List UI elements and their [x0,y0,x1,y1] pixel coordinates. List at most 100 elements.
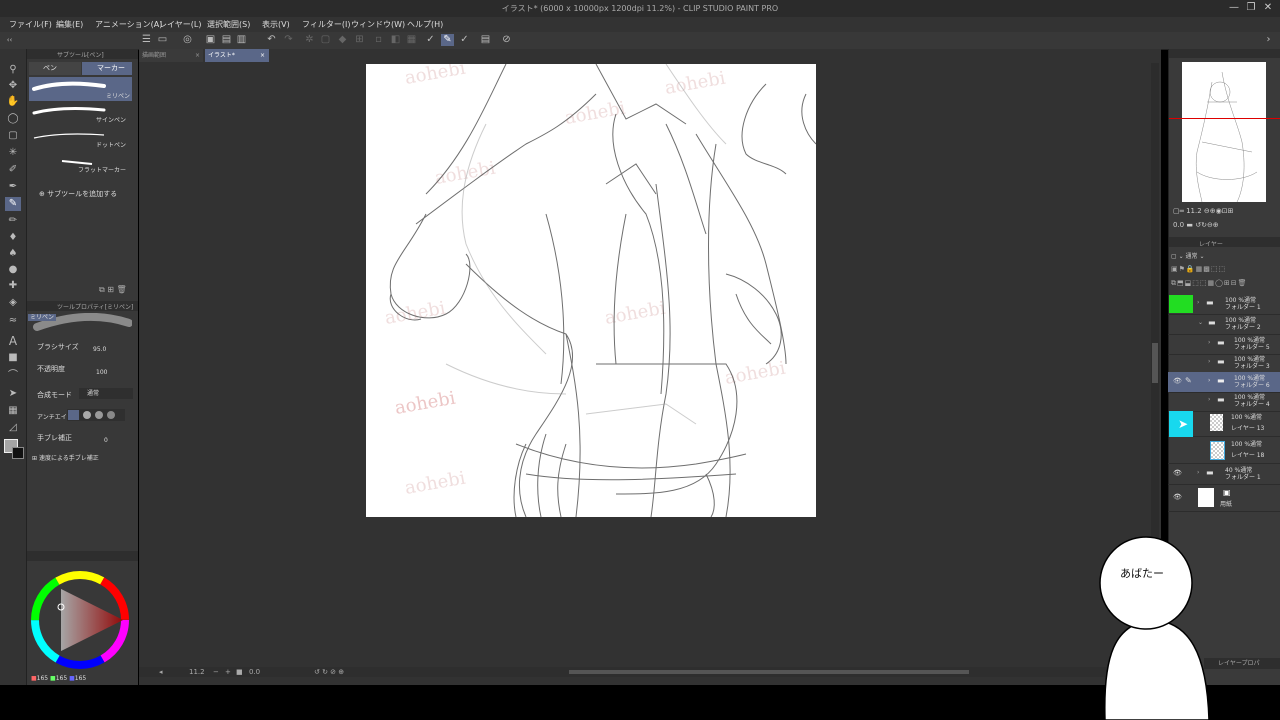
layer-row[interactable]: 👁 › ▬ 40 %通常 フォルダー 1 [1168,464,1280,485]
subtool-item-selected[interactable]: ミリペン [29,77,132,101]
fit-icon[interactable]: ■ [236,668,243,676]
menu-layer[interactable]: レイヤー(L) [159,19,201,30]
select-tool-icon[interactable]: ▢ [5,129,21,143]
expand-icon[interactable]: › [1208,358,1210,365]
anti-alias-selector[interactable] [67,409,125,421]
new-file-icon[interactable]: ▭ [156,34,169,46]
menu-view[interactable]: 表示(V) [262,19,290,30]
minimize-icon[interactable]: — [1226,2,1242,13]
figure-tool-icon[interactable]: ■ [5,351,21,365]
navigator-rotation[interactable]: 0.0 [1173,221,1184,229]
help-icon[interactable]: ⊘ [500,34,513,46]
ruler-snap-icon[interactable]: ✓ [458,34,471,46]
speed-stabilization-row[interactable]: ⊞ 速度による手ブレ補正 [32,453,99,462]
layer-options-row[interactable]: ▣⚑🔒▦▩⬚⬚ [1171,265,1279,275]
tab-inactive[interactable]: 描画範囲 × [139,49,203,62]
tab-marker[interactable]: マーカー [82,62,132,75]
menu-animation[interactable]: アニメーション(A) [95,19,162,30]
menu-icon[interactable]: ☰ [140,34,153,46]
layer-row-selected[interactable]: 👁 ✎ › ▬ 100 %通常 フォルダー 6 [1168,372,1280,393]
rotate-buttons-icon[interactable]: ▬ ↺↻⊖⊕ [1186,221,1218,229]
stabilization-value[interactable]: 0 [104,437,108,444]
move-tool-icon[interactable]: ✥ [5,79,21,93]
undo-icon[interactable]: ↶ [265,34,278,46]
menu-edit[interactable]: 編集(E) [56,19,83,30]
invert-selection-icon[interactable]: ◧ [389,34,402,46]
maximize-icon[interactable]: ❐ [1243,2,1259,13]
eye-icon[interactable]: 👁 [1173,377,1182,385]
expand-icon[interactable]: › [1208,396,1210,403]
eyedropper-icon[interactable]: ✐ [5,163,21,177]
add-subtool-button[interactable]: ⊕ サブツールを追加する [39,189,117,199]
new-icon[interactable]: ⊞ [107,285,114,294]
drawing-canvas[interactable]: aohebi aohebi aohebi aohebi aohebi aoheb… [366,64,816,517]
navigator-preview[interactable] [1169,62,1280,203]
new-canvas-icon[interactable]: ▣ [204,34,217,46]
color-wheel[interactable] [27,563,138,681]
layer-row[interactable]: 👁 ▣ 用紙 [1168,485,1280,512]
eye-icon[interactable]: 👁 [1173,493,1182,501]
ruler-tool-icon[interactable]: ◿ [5,421,21,435]
redo-icon[interactable]: ↷ [282,34,295,46]
subtool-item[interactable]: フラットマーカー [29,152,132,176]
collapse-icon[interactable]: ⌄ [1198,319,1203,326]
subtool-item[interactable]: ドットペン [29,127,132,151]
blend-tool-icon[interactable]: ● [5,263,21,277]
magic-wand-icon[interactable]: ✳ [5,146,21,160]
scroll-left-icon[interactable]: ◂ [159,668,163,676]
brush-tool-icon[interactable]: ♦ [5,231,21,245]
clip-studio-icon[interactable]: ◎ [181,34,194,46]
layer-row[interactable]: ➤ 100 %通常 レイヤー 13 [1168,410,1280,437]
hand-tool-icon[interactable]: ✋ [5,95,21,109]
zoom-out-icon[interactable]: − [213,668,219,676]
layer-blend-row[interactable]: ▢ ⌄ 通常 ⌄ [1171,251,1279,262]
chevron-left-icon[interactable]: ‹‹ [3,34,16,46]
layer-actions-row[interactable]: ⧉⬒⬓⬚⬚▦◯⊞⊟🗑 [1171,279,1279,289]
menu-selection[interactable]: 選択範囲(S) [207,19,250,30]
angle-readout[interactable]: 0.0 [249,668,260,676]
snap-pen-icon[interactable]: ✎ [441,34,454,46]
transform-icon[interactable]: ⊞ [353,34,366,46]
layer-row[interactable]: 100 %通常 レイヤー 18 [1168,437,1280,464]
copy-icon[interactable]: ⧉ [99,285,105,294]
text-tool-icon[interactable]: A [5,334,21,348]
menu-filter[interactable]: フィルター(I) [302,19,350,30]
memo-icon[interactable]: ▤ [479,34,492,46]
horizontal-scrollbar[interactable] [569,670,969,674]
operation-tool-icon[interactable]: ➤ [5,387,21,401]
eraser-tool-icon[interactable]: ✚ [5,279,21,293]
opacity-value[interactable]: 100 [96,369,107,376]
gradient-tool-icon[interactable]: ≈ [5,314,21,328]
frame-tool-icon[interactable]: ▦ [5,404,21,418]
menu-file[interactable]: ファイル(F) [9,19,52,30]
deselect-icon[interactable]: ▫ [372,34,385,46]
fill-tool-icon[interactable]: ◈ [5,296,21,310]
brush-size-value[interactable]: 95.0 [93,346,106,353]
airbrush-tool-icon[interactable]: ♠ [5,247,21,261]
layer-row[interactable]: › ▬ 100 %通常 フォルダー 4 [1168,391,1280,412]
layer-row[interactable]: ⌄ ▬ 100 %通常 フォルダー 2 [1168,314,1280,335]
expand-icon[interactable]: › [1208,339,1210,346]
expand-icon[interactable]: › [1208,377,1210,384]
blend-mode-select[interactable]: 通常 [79,388,133,399]
eye-icon[interactable]: 👁 [1173,469,1182,477]
selection-icon[interactable]: ▦ [405,34,418,46]
pen-tool-icon[interactable]: ✒ [5,180,21,194]
pen-mode-icon[interactable]: ✓ [424,34,437,46]
panel-toggle-icon[interactable]: › [1262,34,1275,46]
save-icon[interactable]: ▥ [235,34,248,46]
lasso-tool-icon[interactable]: ◯ [5,112,21,126]
expand-icon[interactable]: › [1197,299,1199,306]
rotate-icons[interactable]: ↺ ↻ ⊘ ⊕ [314,668,344,676]
layer-row[interactable]: › ▬ 100 %通常 フォルダー 1 [1168,294,1280,315]
layer-row[interactable]: › ▬ 100 %通常 フォルダー 3 [1168,353,1280,374]
zoom-tool-icon[interactable]: ⚲ [5,63,21,77]
clear-icon[interactable]: ✲ [303,34,316,46]
tab-pen[interactable]: ペン [29,62,81,75]
expand-icon[interactable]: › [1197,469,1199,476]
close-icon[interactable]: ✕ [1260,2,1276,13]
subtool-item[interactable]: サインペン [29,102,132,126]
trash-icon[interactable]: 🗑 [117,285,127,294]
zoom-in-icon[interactable]: + [225,668,231,676]
layer-row[interactable]: › ▬ 100 %通常 フォルダー 5 [1168,334,1280,355]
